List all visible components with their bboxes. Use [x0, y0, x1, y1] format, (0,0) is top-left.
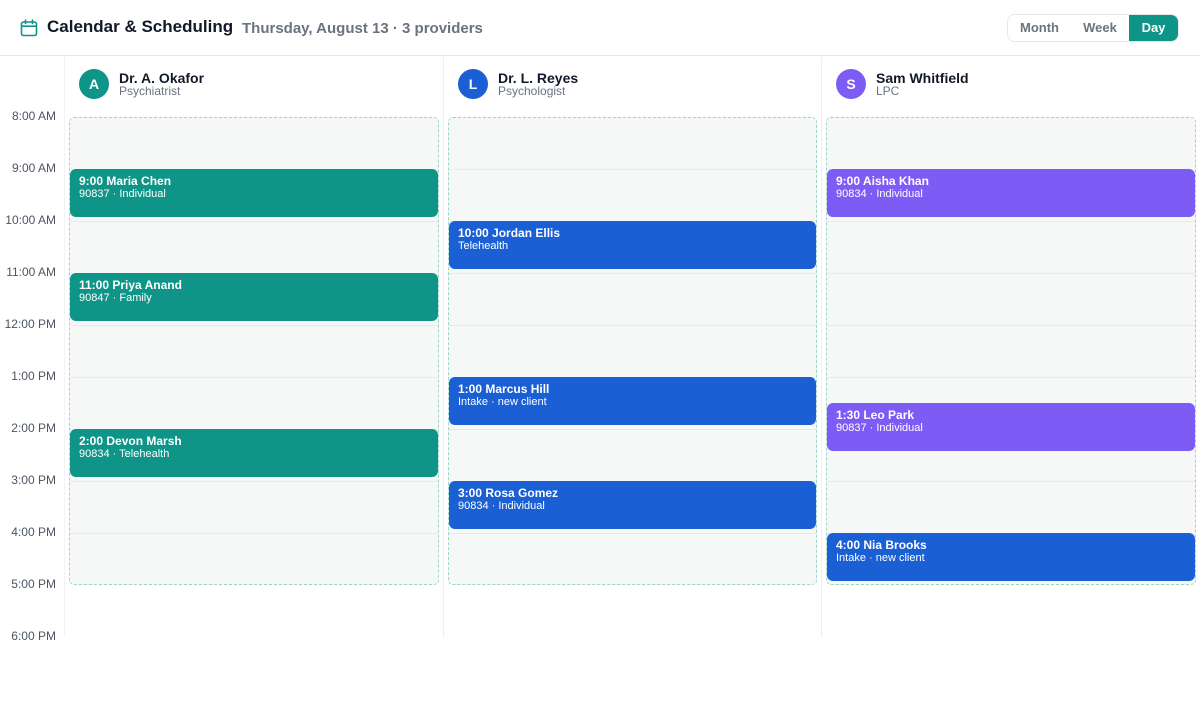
avatar: L [458, 69, 488, 99]
hour-label: 6:00 PM [11, 629, 56, 643]
month-view-button[interactable]: Month [1008, 15, 1071, 41]
hour-gridline [827, 221, 1195, 222]
hour-gridline [827, 481, 1195, 482]
appointment-title: 1:30 Leo Park [836, 408, 915, 422]
top-bar: Calendar & Scheduling Thursday, August 1… [0, 0, 1200, 56]
appointment-card[interactable]: 3:00 Rosa Gomez 90834 · Individual [449, 481, 816, 529]
appointment-card[interactable]: 9:00 Maria Chen 90837 · Individual [70, 169, 438, 217]
appointment-detail: 90834 · Individual [458, 500, 545, 512]
hour-label: 9:00 AM [11, 161, 56, 175]
column-divider [443, 57, 444, 637]
appointment-card[interactable]: 1:00 Marcus Hill Intake · new client [449, 377, 816, 425]
appointment-detail: Intake · new client [458, 396, 547, 408]
hour-gridline [70, 533, 438, 534]
provider-header-okafor: A Dr. A. Okafor Psychiatrist [79, 69, 429, 101]
hour-gridline [70, 481, 438, 482]
appointment-card[interactable]: 4:00 Nia Brooks Intake · new client [827, 533, 1195, 581]
appointment-detail: 90834 · Telehealth [79, 448, 170, 460]
hour-label: 12:00 PM [4, 317, 56, 331]
day-view-button[interactable]: Day [1129, 15, 1178, 41]
hour-gridline [449, 533, 816, 534]
hour-gridline [449, 169, 816, 170]
avatar: S [836, 69, 866, 99]
provider-role: LPC [876, 84, 900, 98]
hour-gridline [449, 429, 816, 430]
hour-label: 8:00 AM [11, 109, 56, 123]
appointment-title: 3:00 Rosa Gomez [458, 486, 559, 500]
appointment-title: 11:00 Priya Anand [79, 278, 182, 292]
hour-gridline [70, 221, 438, 222]
column-divider [821, 57, 822, 637]
week-view-button[interactable]: Week [1071, 15, 1129, 41]
hour-gridline [827, 325, 1195, 326]
appointment-title: 9:00 Maria Chen [79, 174, 172, 188]
hour-label: 5:00 PM [11, 577, 56, 591]
view-switcher: Month Week Day [1007, 14, 1179, 42]
appointment-detail: 90847 · Family [79, 292, 152, 304]
appointment-title: 4:00 Nia Brooks [836, 538, 927, 552]
hour-label: 10:00 AM [5, 213, 56, 227]
hour-label: 2:00 PM [11, 421, 56, 435]
date-subtitle: Thursday, August 13 · 3 providers [242, 20, 483, 37]
provider-role: Psychiatrist [119, 84, 181, 98]
appointment-detail: 90837 · Individual [836, 422, 923, 434]
appointment-card[interactable]: 11:00 Priya Anand 90847 · Family [70, 273, 438, 321]
time-gutter-divider [64, 57, 65, 637]
appointment-card[interactable]: 2:00 Devon Marsh 90834 · Telehealth [70, 429, 438, 477]
appointment-card[interactable]: 1:30 Leo Park 90837 · Individual [827, 403, 1195, 451]
appointment-detail: Intake · new client [836, 552, 925, 564]
provider-header-whitfield: S Sam Whitfield LPC [836, 69, 1186, 101]
provider-header-reyes: L Dr. L. Reyes Psychologist [458, 69, 808, 101]
hour-label: 1:00 PM [11, 369, 56, 383]
appointment-card[interactable]: 10:00 Jordan Ellis Telehealth [449, 221, 816, 269]
calendar-icon [20, 19, 38, 37]
appointment-detail: 90837 · Individual [79, 188, 166, 200]
avatar: A [79, 69, 109, 99]
appointment-title: 2:00 Devon Marsh [79, 434, 182, 448]
appointment-detail: Telehealth [458, 240, 509, 252]
appointment-card[interactable]: 9:00 Aisha Khan 90834 · Individual [827, 169, 1195, 217]
hour-gridline [827, 273, 1195, 274]
hour-gridline [827, 377, 1195, 378]
hour-label: 3:00 PM [11, 473, 56, 487]
appointment-detail: 90834 · Individual [836, 188, 923, 200]
hour-label: 4:00 PM [11, 525, 56, 539]
appointment-title: 9:00 Aisha Khan [836, 174, 929, 188]
hour-gridline [70, 377, 438, 378]
provider-role: Psychologist [498, 84, 566, 98]
appointment-title: 10:00 Jordan Ellis [458, 226, 561, 240]
page-title: Calendar & Scheduling [47, 17, 234, 36]
hour-gridline [449, 325, 816, 326]
hour-gridline [449, 273, 816, 274]
hour-gridline [70, 325, 438, 326]
hour-label: 11:00 AM [6, 265, 56, 279]
appointment-title: 1:00 Marcus Hill [458, 382, 550, 396]
